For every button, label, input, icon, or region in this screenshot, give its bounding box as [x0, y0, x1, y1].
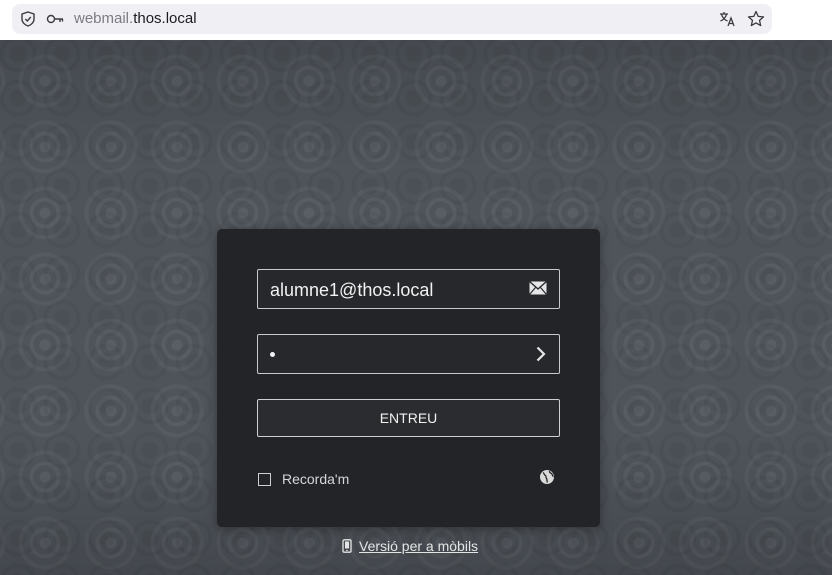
remember-label[interactable]: Recorda'm: [282, 471, 349, 487]
password-field[interactable]: [257, 334, 560, 374]
address-bar[interactable]: webmail.thos.local: [12, 4, 772, 34]
translate-icon[interactable]: [718, 10, 736, 28]
mobile-version-link[interactable]: Versió per a mòbils: [342, 538, 478, 554]
browser-toolbar: webmail.thos.local: [0, 0, 832, 40]
email-field[interactable]: alumne1@thos.local: [257, 269, 560, 309]
url-host-prefix: webmail.: [74, 10, 134, 27]
submit-button[interactable]: ENTREU: [257, 399, 560, 437]
url-host-main: thos.local: [133, 10, 197, 27]
shield-icon[interactable]: [20, 11, 36, 27]
login-panel: alumne1@thos.local ENTREU Recorda'm: [217, 229, 600, 527]
email-value: alumne1@thos.local: [270, 280, 434, 300]
globe-icon[interactable]: [539, 469, 555, 485]
mobile-phone-icon: [342, 539, 352, 553]
remember-me[interactable]: Recorda'm: [258, 471, 349, 487]
mobile-version-label[interactable]: Versió per a mòbils: [359, 538, 478, 554]
password-mask: [270, 352, 275, 357]
envelope-icon: [529, 281, 547, 295]
key-icon[interactable]: [46, 11, 64, 27]
bookmark-star-icon[interactable]: [747, 10, 765, 28]
remember-checkbox[interactable]: [258, 472, 271, 486]
chevron-right-icon[interactable]: [535, 345, 547, 363]
url-text[interactable]: webmail.thos.local: [74, 10, 197, 28]
